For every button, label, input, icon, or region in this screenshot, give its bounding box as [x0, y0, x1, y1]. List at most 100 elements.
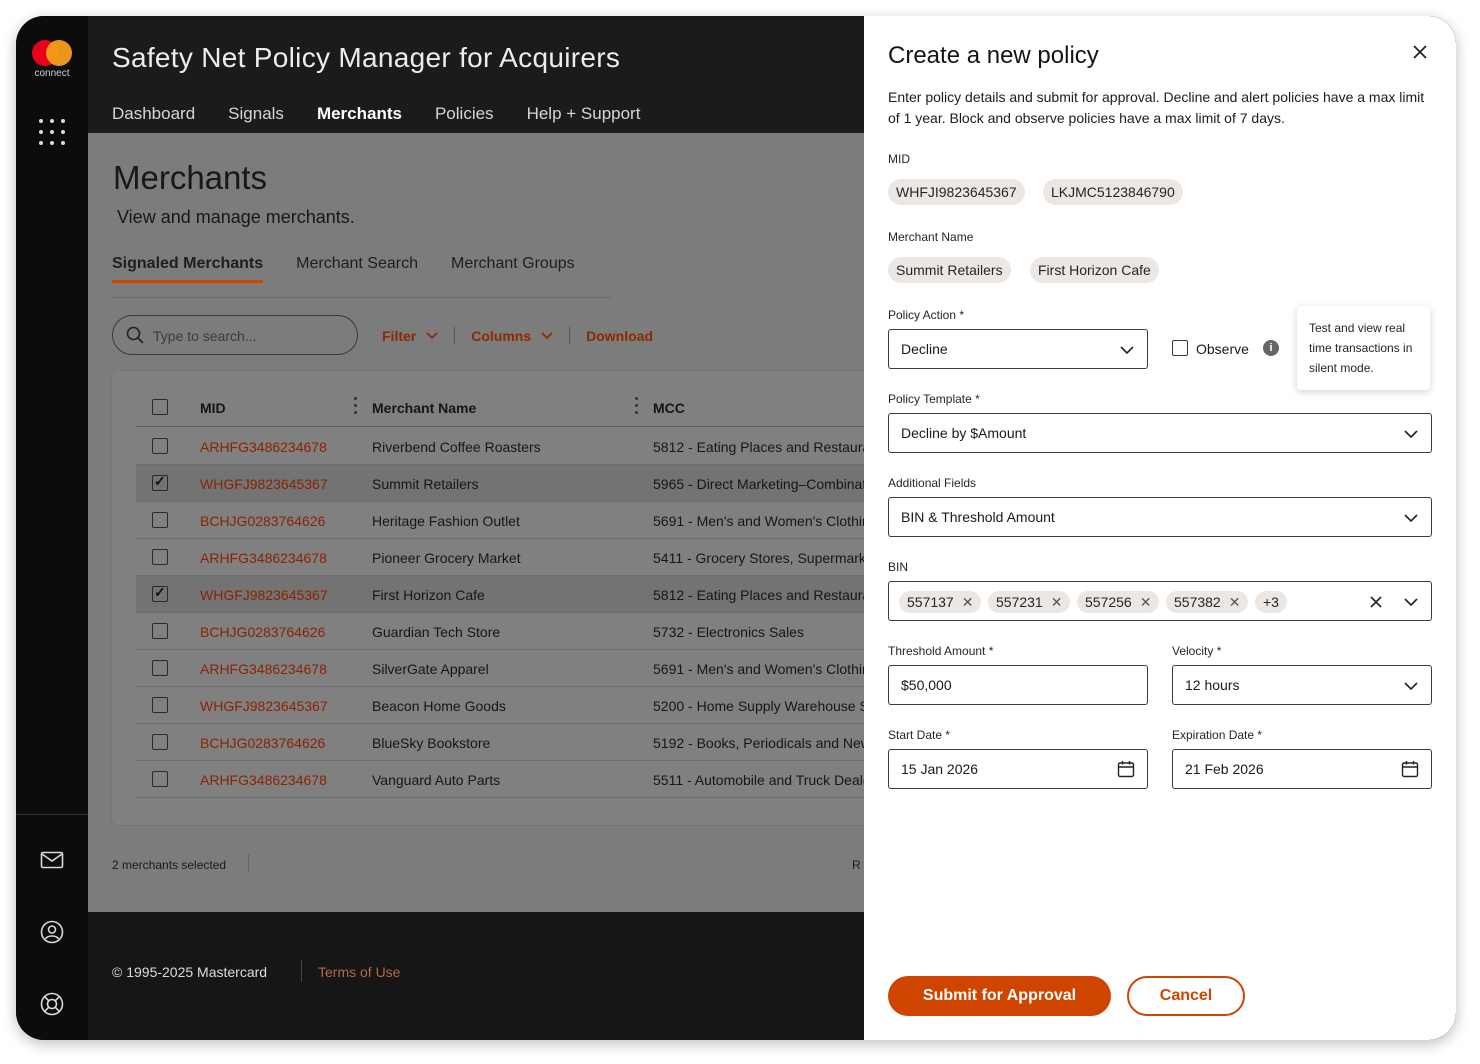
mid-link[interactable]: ARHFG3486234678 — [200, 661, 327, 677]
table-row[interactable]: ARHFG3486234678 Pioneer Grocery Market 541… — [136, 539, 892, 576]
filter-label: Filter — [382, 327, 417, 344]
logo-text: connect — [34, 68, 70, 79]
merchant-name-cell: Summit Retailers — [372, 476, 479, 492]
table-row[interactable]: ARHFG3486234678 Riverbend Coffee Roasters… — [136, 428, 892, 465]
bin-more-chip[interactable]: +3 — [1255, 591, 1287, 613]
policy-template-label: Policy Template * — [888, 392, 980, 406]
column-header-mcc[interactable]: MCC — [653, 400, 685, 416]
velocity-select[interactable]: 12 hours — [1172, 665, 1432, 705]
mid-link[interactable]: ARHFG3486234678 — [200, 550, 327, 566]
column-header-mid[interactable]: MID — [200, 400, 226, 416]
column-resize-handle[interactable] — [354, 397, 357, 419]
mcc-cell: 5691 - Men's and Women's Clothing Stores — [653, 513, 892, 529]
table-row[interactable]: BCHJG0283764626 BlueSky Bookstore 5192 - B… — [136, 724, 892, 761]
mid-link[interactable]: WHGFJ9823645367 — [200, 587, 328, 603]
remove-chip-icon[interactable]: ✕ — [1051, 594, 1063, 610]
table-header: MID Merchant Name MCC — [136, 387, 892, 427]
row-checkbox[interactable] — [152, 438, 168, 454]
observe-tooltip: Test and view real time transactions in … — [1297, 306, 1430, 390]
remove-chip-icon[interactable]: ✕ — [962, 594, 974, 610]
mid-link[interactable]: ARHFG3486234678 — [200, 439, 327, 455]
mcc-cell: 5511 - Automobile and Truck Dealers — [653, 772, 883, 788]
app-title: Safety Net Policy Manager for Acquirers — [112, 42, 621, 73]
mcc-cell: 5732 - Electronics Sales — [653, 624, 804, 640]
remove-chip-icon[interactable]: ✕ — [1140, 594, 1152, 610]
start-date-input[interactable]: 15 Jan 2026 — [888, 749, 1148, 789]
chevron-down-icon[interactable] — [1403, 594, 1419, 610]
column-resize-handle[interactable] — [635, 397, 638, 419]
observe-checkbox[interactable] — [1172, 340, 1188, 356]
expiration-date-input[interactable]: 21 Feb 2026 — [1172, 749, 1432, 789]
footer-divider — [301, 960, 302, 982]
table-row[interactable]: ARHFG3486234678 Vanguard Auto Parts 5511 -… — [136, 761, 892, 798]
rail-divider — [16, 814, 88, 815]
policy-action-select[interactable]: Decline — [888, 329, 1148, 369]
mid-link[interactable]: BCHJG0283764626 — [200, 624, 325, 640]
clear-icon[interactable] — [1369, 595, 1383, 609]
apps-grid-icon[interactable] — [39, 119, 65, 145]
additional-fields-select[interactable]: BIN & Threshold Amount — [888, 497, 1432, 537]
mid-link[interactable]: ARHFG3486234678 — [200, 772, 327, 788]
row-checkbox[interactable] — [152, 623, 168, 639]
threshold-amount-value: $50,000 — [901, 677, 952, 693]
merchant-name-cell: Pioneer Grocery Market — [372, 550, 521, 566]
selected-count: 2 merchants selected — [112, 858, 227, 872]
table-row[interactable]: WHGFJ9823645367 Summit Retailers 5965 - Di… — [136, 465, 892, 502]
info-icon[interactable]: i — [1263, 340, 1279, 356]
tab-merchant-search[interactable]: Merchant Search — [296, 255, 418, 283]
table-row[interactable]: BCHJG0283764626 Guardian Tech Store 5732 -… — [136, 613, 892, 650]
row-checkbox[interactable] — [152, 734, 168, 750]
mcc-cell: 5411 - Grocery Stores, Supermarkets — [653, 550, 885, 566]
mid-link[interactable]: BCHJG0283764626 — [200, 513, 325, 529]
select-all-checkbox[interactable] — [152, 399, 168, 415]
policy-action-label: Policy Action * — [888, 308, 965, 322]
merchant-name-cell: Heritage Fashion Outlet — [372, 513, 520, 529]
filter-button[interactable]: Filter — [382, 328, 438, 344]
row-checkbox[interactable] — [152, 512, 168, 528]
merchant-name-cell: Beacon Home Goods — [372, 698, 506, 714]
mcc-cell: 5200 - Home Supply Warehouse Stores — [653, 698, 892, 714]
user-profile-icon[interactable] — [40, 920, 64, 944]
bin-chip: 557231 ✕ — [988, 591, 1071, 613]
close-icon[interactable] — [1411, 43, 1429, 61]
cancel-button[interactable]: Cancel — [1127, 976, 1245, 1016]
terms-of-use-link[interactable]: Terms of Use — [318, 964, 400, 980]
mail-icon[interactable] — [40, 848, 64, 872]
table-row[interactable]: ARHFG3486234678 SilverGate Apparel 5691 - … — [136, 650, 892, 687]
tab-merchant-groups[interactable]: Merchant Groups — [451, 255, 575, 283]
row-checkbox[interactable] — [152, 660, 168, 676]
mid-link[interactable]: WHGFJ9823645367 — [200, 476, 328, 492]
download-button[interactable]: Download — [586, 328, 653, 344]
row-checkbox[interactable] — [152, 584, 168, 602]
remove-chip-icon[interactable]: ✕ — [1229, 594, 1241, 610]
row-checkbox[interactable] — [152, 549, 168, 565]
table-row[interactable]: BCHJG0283764626 Heritage Fashion Outlet 56… — [136, 502, 892, 539]
columns-label: Columns — [471, 327, 532, 344]
search-input[interactable]: Type to search... — [112, 315, 358, 355]
merchant-name-cell: BlueSky Bookstore — [372, 735, 491, 751]
mcc-cell: 5812 - Eating Places and Restaurants — [653, 587, 889, 603]
merchant-name-label: Merchant Name — [888, 230, 974, 244]
row-checkbox[interactable] — [152, 473, 168, 491]
mid-link[interactable]: WHGFJ9823645367 — [200, 698, 328, 714]
submit-for-approval-button[interactable]: Submit for Approval — [888, 976, 1111, 1016]
row-checkbox[interactable] — [152, 697, 168, 713]
bin-multiselect[interactable]: 557137 ✕ 557231 ✕ 557256 ✕ 557382 ✕ +3 — [888, 581, 1432, 621]
table-row[interactable]: WHGFJ9823645367 Beacon Home Goods 5200 - H… — [136, 687, 892, 724]
side-rail: connect — [16, 16, 88, 1040]
mid-link[interactable]: BCHJG0283764626 — [200, 735, 325, 751]
columns-button[interactable]: Columns — [471, 328, 553, 344]
tab-signaled-merchants[interactable]: Signaled Merchants — [112, 255, 264, 283]
mastercard-logo[interactable] — [32, 40, 72, 66]
table-row[interactable]: WHGFJ9823645367 First Horizon Cafe 5812 - … — [136, 576, 892, 613]
threshold-amount-input[interactable]: $50,000 — [888, 665, 1148, 705]
column-header-merchant-name[interactable]: Merchant Name — [372, 400, 476, 416]
bin-chip: 557256 ✕ — [1077, 591, 1160, 613]
policy-template-select[interactable]: Decline by $Amount — [888, 413, 1432, 453]
row-checkbox[interactable] — [152, 771, 168, 787]
calendar-icon[interactable] — [1401, 760, 1419, 778]
help-lifebuoy-icon[interactable] — [40, 992, 64, 1016]
chevron-down-icon — [426, 331, 438, 339]
velocity-value: 12 hours — [1185, 677, 1240, 693]
calendar-icon[interactable] — [1117, 760, 1135, 778]
